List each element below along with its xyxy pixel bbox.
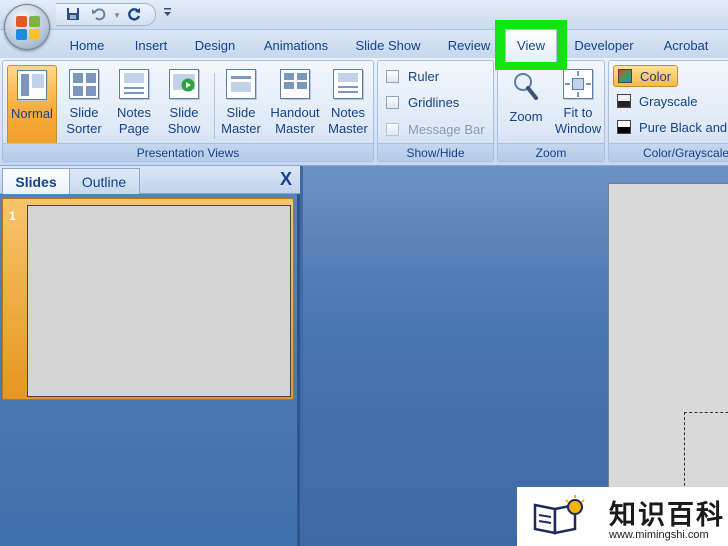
message-bar-checkbox-box bbox=[386, 123, 399, 136]
group-separator bbox=[214, 73, 215, 139]
normal-view-label: Normal bbox=[11, 106, 53, 121]
close-pane-icon[interactable]: X bbox=[280, 169, 292, 190]
pane-tab-bar: Outline Slides X bbox=[0, 166, 300, 194]
gridlines-checkbox[interactable]: Gridlines bbox=[386, 93, 459, 113]
ribbon: Normal Slide Sorter Notes Page Slide Sho… bbox=[0, 58, 728, 166]
tab-view-highlight: View bbox=[495, 20, 567, 70]
zoom-label: Zoom bbox=[509, 109, 543, 124]
slide-thumbnail[interactable] bbox=[27, 205, 291, 397]
color-button[interactable]: Color bbox=[613, 65, 679, 87]
magnifier-icon bbox=[511, 71, 541, 101]
watermark: 知识百科 www.mimingshi.com bbox=[517, 487, 728, 546]
handout-master-label: Handout Master bbox=[270, 105, 320, 136]
zoom-button[interactable]: Zoom bbox=[502, 65, 550, 145]
slide-sorter-label: Slide Sorter bbox=[66, 105, 102, 136]
normal-view-icon bbox=[17, 70, 47, 100]
presentation-views-group: Normal Slide Sorter Notes Page Slide Sho… bbox=[2, 60, 374, 162]
presentation-views-label: Presentation Views bbox=[3, 143, 373, 161]
notes-page-label: Notes Page bbox=[117, 105, 151, 136]
tab-design[interactable]: Design bbox=[190, 38, 240, 56]
grayscale-label: Grayscale bbox=[639, 94, 698, 109]
slide-show-label: Slide Show bbox=[167, 105, 201, 136]
zoom-group-label: Zoom bbox=[498, 143, 604, 161]
slide-show-button[interactable]: Slide Show bbox=[161, 65, 207, 145]
undo-dropdown-icon[interactable]: ▾ bbox=[108, 7, 126, 23]
grayscale-swatch-icon bbox=[617, 94, 631, 108]
slide-master-button[interactable]: Slide Master bbox=[217, 65, 265, 145]
tab-developer[interactable]: Developer bbox=[570, 38, 638, 56]
show-hide-label: Show/Hide bbox=[378, 143, 493, 161]
title-bar: ▾ bbox=[0, 0, 728, 30]
grayscale-button[interactable]: Grayscale bbox=[613, 91, 704, 113]
notes-page-icon bbox=[119, 69, 149, 99]
fit-to-window-button[interactable]: Fit to Window bbox=[552, 65, 604, 145]
quick-access-toolbar: ▾ bbox=[56, 3, 156, 26]
notes-master-button[interactable]: Notes Master bbox=[323, 65, 373, 145]
tab-slide-show[interactable]: Slide Show bbox=[350, 38, 426, 56]
zoom-group: Zoom Fit to Window Zoom bbox=[497, 60, 605, 162]
watermark-title: 知识百科 bbox=[609, 500, 725, 530]
tab-animations[interactable]: Animations bbox=[258, 38, 334, 56]
tab-slides[interactable]: Slides bbox=[2, 168, 70, 194]
show-hide-group: Ruler Gridlines Message Bar Show/Hide bbox=[377, 60, 494, 162]
book-lightbulb-icon bbox=[531, 493, 587, 537]
tab-review[interactable]: Review bbox=[444, 38, 494, 56]
message-bar-checkbox: Message Bar bbox=[386, 120, 485, 140]
ribbon-tab-bar: Home Insert Design Animations Slide Show… bbox=[0, 30, 728, 60]
notes-master-icon bbox=[333, 69, 363, 99]
slide-thumbnail-selected[interactable]: 1 bbox=[2, 198, 294, 400]
customize-toolbar-icon[interactable] bbox=[163, 6, 172, 21]
gridlines-label: Gridlines bbox=[408, 95, 460, 110]
slide-master-label: Slide Master bbox=[221, 105, 261, 136]
tab-insert[interactable]: Insert bbox=[128, 38, 174, 56]
office-button[interactable] bbox=[4, 4, 50, 50]
color-grayscale-label: Color/Grayscale bbox=[609, 143, 728, 161]
watermark-url: www.mimingshi.com bbox=[609, 529, 709, 541]
tab-view[interactable]: View bbox=[505, 29, 557, 62]
color-grayscale-group: Color Grayscale Pure Black and White Col… bbox=[608, 60, 728, 162]
message-bar-label: Message Bar bbox=[408, 122, 485, 137]
color-label: Color bbox=[640, 69, 672, 84]
redo-icon[interactable] bbox=[126, 7, 144, 23]
ruler-label: Ruler bbox=[408, 69, 440, 84]
color-swatch-icon bbox=[618, 69, 632, 83]
tab-acrobat[interactable]: Acrobat bbox=[656, 38, 716, 56]
fit-to-window-label: Fit to Window bbox=[554, 105, 602, 136]
slide-sorter-button[interactable]: Slide Sorter bbox=[61, 65, 107, 145]
black-white-swatch-icon bbox=[617, 120, 631, 134]
slides-pane: Outline Slides X 1 bbox=[0, 166, 300, 546]
handout-master-icon bbox=[280, 69, 310, 99]
office-logo-icon bbox=[16, 16, 40, 40]
slide-master-icon bbox=[226, 69, 256, 99]
ruler-checkbox[interactable]: Ruler bbox=[386, 67, 439, 87]
pure-black-white-button[interactable]: Pure Black and White bbox=[613, 117, 728, 139]
pure-black-white-label: Pure Black and White bbox=[639, 120, 728, 135]
tab-outline[interactable]: Outline bbox=[68, 168, 140, 194]
notes-page-button[interactable]: Notes Page bbox=[111, 65, 157, 145]
save-icon[interactable] bbox=[64, 7, 82, 23]
fit-to-window-icon bbox=[563, 69, 593, 99]
tab-home[interactable]: Home bbox=[64, 38, 110, 56]
gridlines-checkbox-box[interactable] bbox=[386, 96, 399, 109]
handout-master-button[interactable]: Handout Master bbox=[267, 65, 323, 145]
slide-sorter-icon bbox=[69, 69, 99, 99]
ruler-checkbox-box[interactable] bbox=[386, 70, 399, 83]
undo-icon[interactable] bbox=[90, 7, 108, 23]
notes-master-label: Notes Master bbox=[328, 105, 368, 136]
slide-number: 1 bbox=[9, 209, 16, 223]
normal-view-button[interactable]: Normal bbox=[7, 65, 57, 145]
slide-show-icon bbox=[169, 69, 199, 99]
